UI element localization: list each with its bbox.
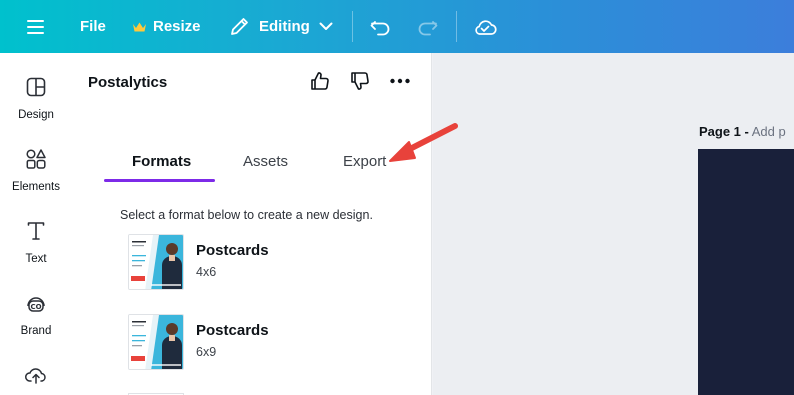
undo-icon[interactable] — [370, 0, 392, 53]
side-rail: Design Elements Text CO Brand — [0, 53, 72, 395]
menu-icon[interactable] — [26, 0, 46, 53]
rail-item-elements[interactable]: Elements — [0, 148, 72, 193]
editing-mode-dropdown[interactable]: Editing — [229, 0, 333, 53]
annotation-arrow-icon — [389, 123, 458, 162]
uploads-icon — [24, 364, 48, 391]
canvas-area: Page 1 - Add p — [433, 53, 794, 395]
format-instruction: Select a format below to create a new de… — [120, 208, 373, 222]
file-menu-button[interactable]: File — [80, 0, 106, 53]
pencil-icon — [229, 16, 250, 37]
rail-label: Design — [18, 109, 54, 121]
rail-label: Brand — [20, 325, 52, 337]
tab-formats[interactable]: Formats — [132, 153, 191, 170]
postcard-thumbnail — [128, 234, 184, 290]
app-title: Postalytics — [88, 74, 168, 91]
brand-icon: CO — [25, 292, 47, 319]
resize-button[interactable]: Resize — [132, 0, 201, 53]
thumbs-down-icon[interactable] — [348, 69, 372, 93]
tab-assets[interactable]: Assets — [243, 153, 288, 170]
toolbar-divider — [456, 11, 457, 42]
text-icon — [25, 220, 47, 247]
cloud-saved-icon[interactable] — [473, 0, 497, 53]
rail-label: Elements — [12, 181, 60, 193]
rail-label: Text — [25, 253, 47, 265]
chevron-down-icon — [319, 22, 333, 31]
format-option[interactable]: Postcards 6x9 — [128, 314, 428, 372]
toolbar-divider — [352, 11, 353, 42]
format-size: 4x6 — [196, 265, 217, 279]
elements-icon — [25, 148, 47, 175]
more-options-icon[interactable] — [388, 69, 412, 93]
page-number: Page 1 - — [699, 124, 749, 139]
format-size: 6x9 — [196, 345, 217, 359]
resize-label: Resize — [153, 18, 201, 35]
design-icon — [25, 76, 47, 103]
editing-label: Editing — [259, 18, 310, 35]
app-panel: Postalytics Formats Assets Export Select… — [72, 53, 432, 395]
format-name: Postcards — [196, 322, 269, 339]
postcard-thumbnail — [128, 314, 184, 370]
format-option[interactable]: Postcards 4x6 — [128, 234, 428, 292]
redo-icon[interactable] — [416, 0, 438, 53]
rail-item-design[interactable]: Design — [0, 76, 72, 121]
rail-item-uploads[interactable] — [0, 364, 72, 391]
thumbs-up-icon[interactable] — [308, 69, 332, 93]
svg-text:CO: CO — [30, 303, 41, 311]
rail-item-text[interactable]: Text — [0, 220, 72, 265]
page-header: Page 1 - Add p — [699, 124, 786, 139]
design-page[interactable] — [698, 149, 794, 395]
crown-icon — [132, 21, 147, 33]
format-name: Postcards — [196, 242, 269, 259]
active-tab-indicator — [104, 179, 215, 182]
top-toolbar: File Resize Editing — [0, 0, 794, 53]
rail-item-brand[interactable]: CO Brand — [0, 292, 72, 337]
add-page-title[interactable]: Add p — [752, 124, 786, 139]
